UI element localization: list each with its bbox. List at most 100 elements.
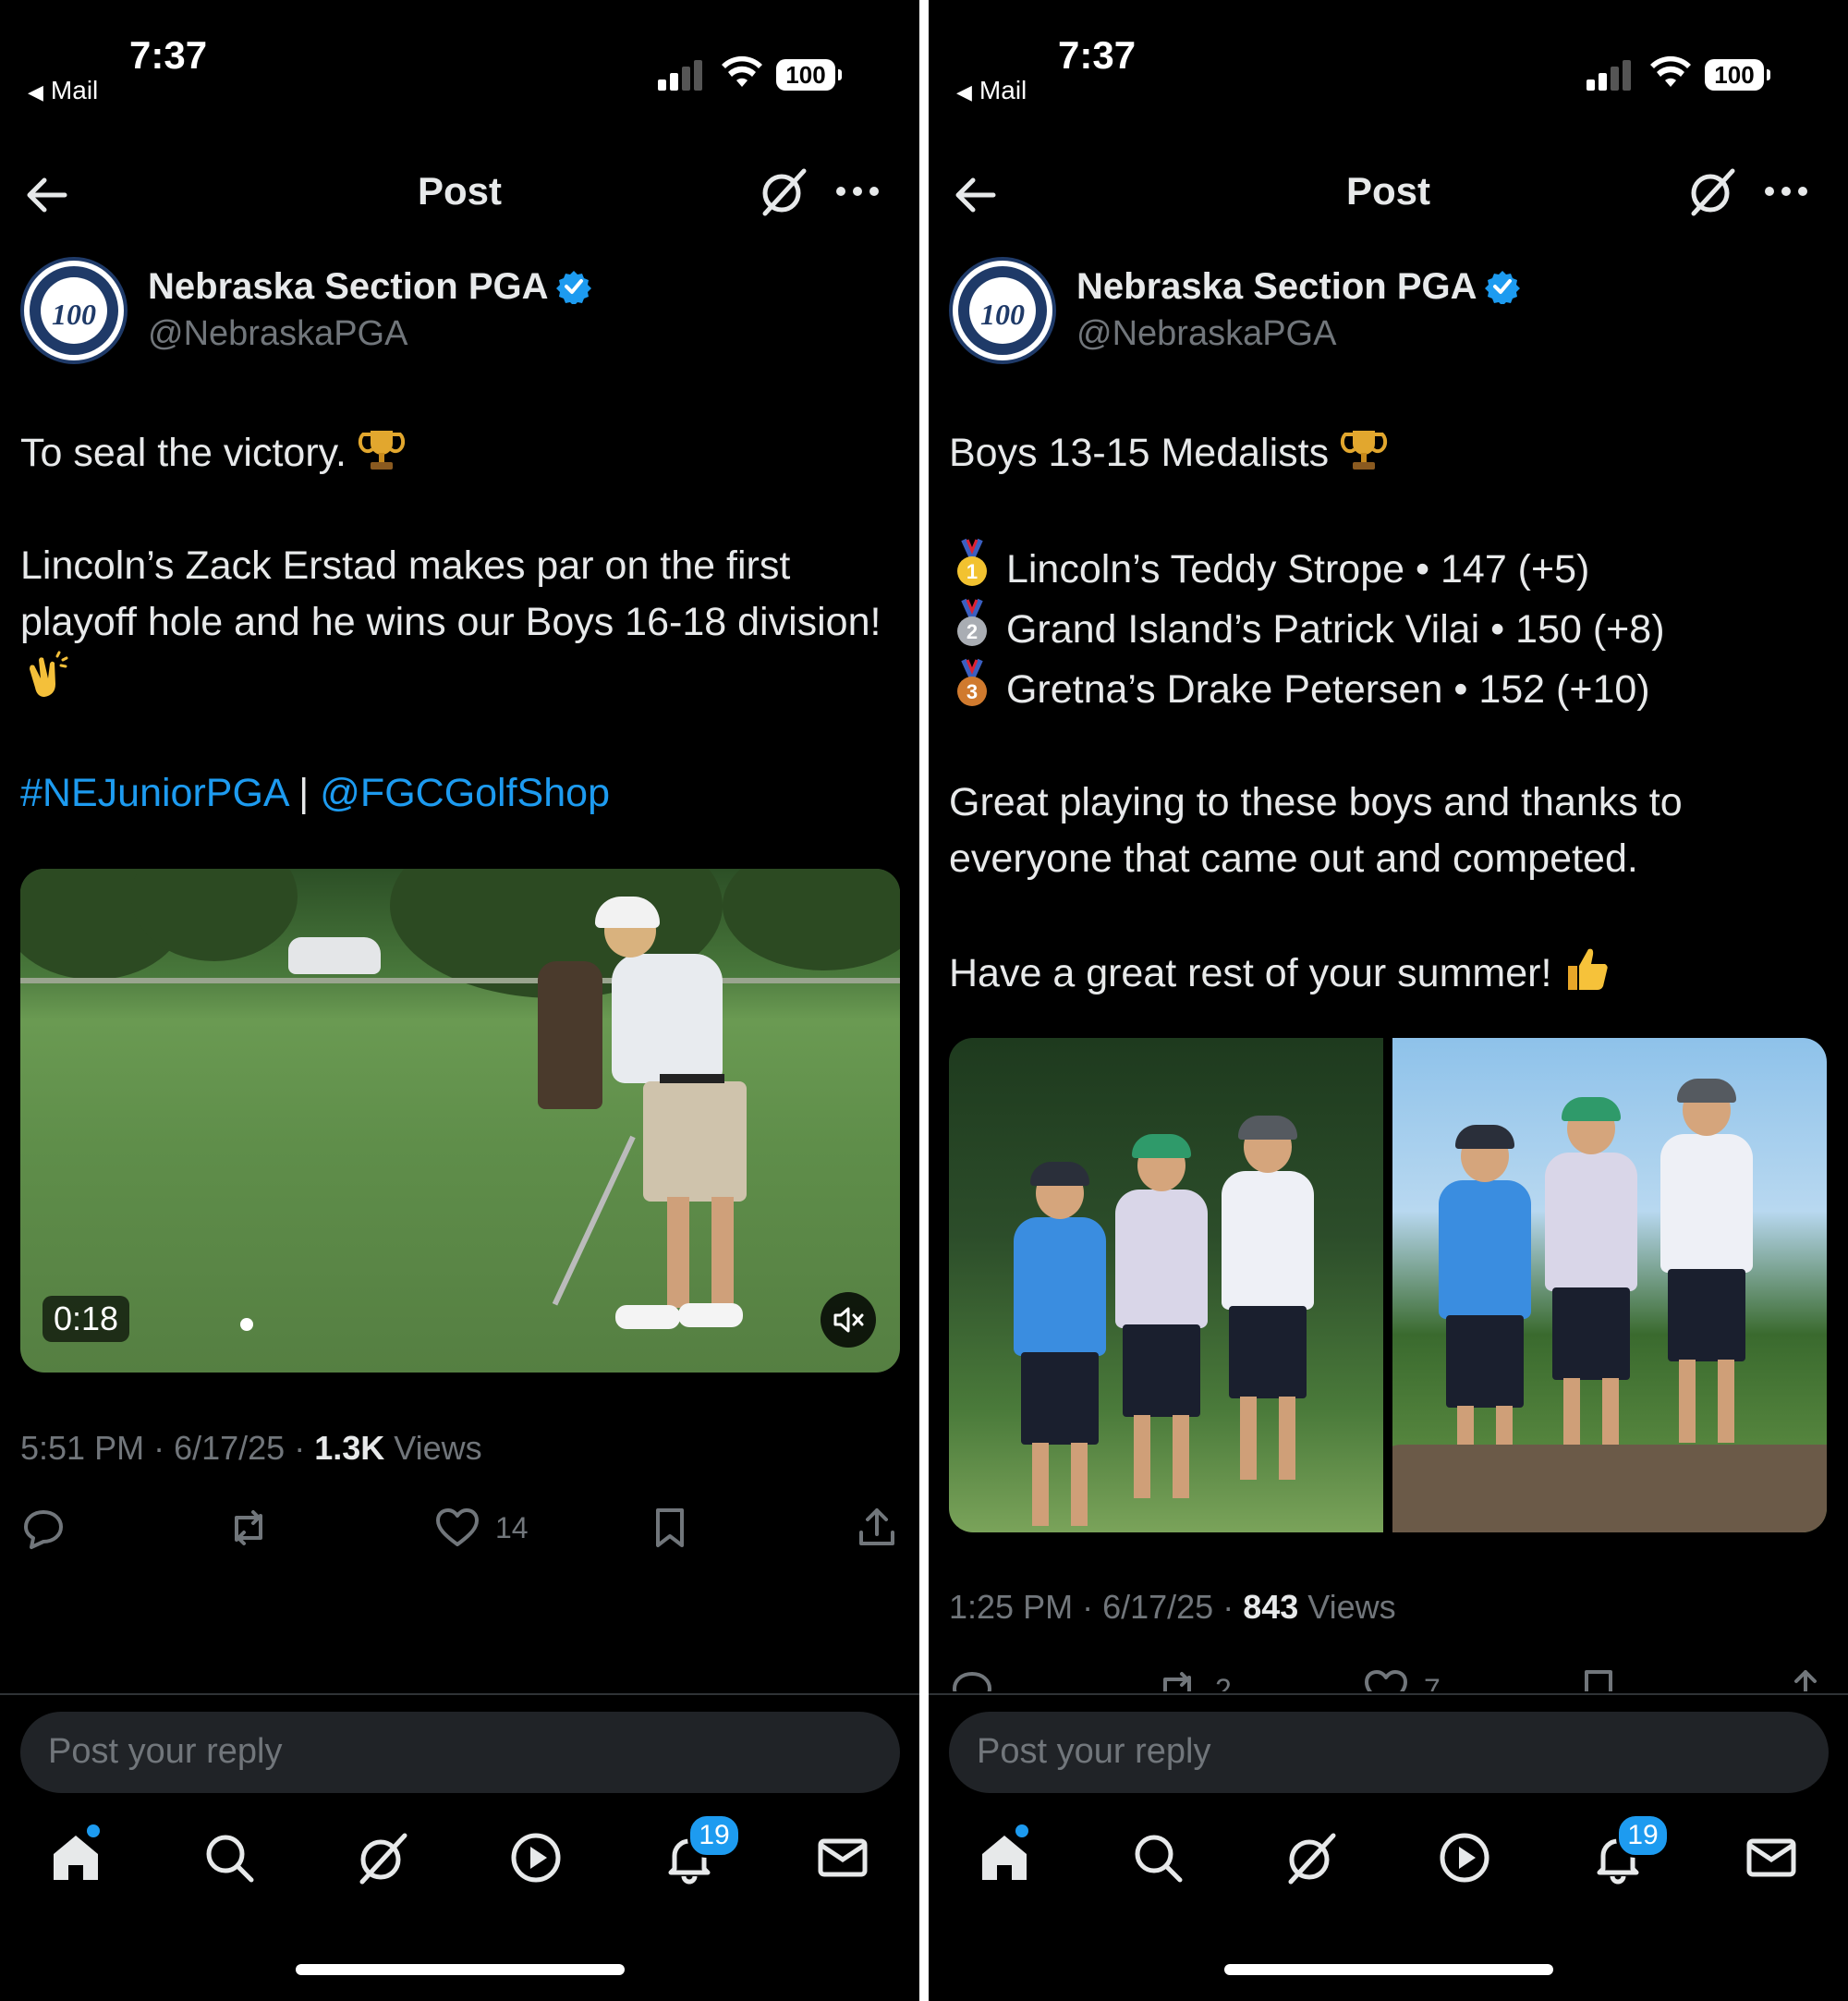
mention-link[interactable]: @FGCGolfShop: [320, 771, 610, 815]
right-screen: ◀ Mail 7:37 100 Post 100 Nebraska Section…: [929, 0, 1848, 2001]
tab-search[interactable]: [201, 1830, 257, 1885]
more-horizontal-icon[interactable]: [1760, 169, 1812, 214]
tab-notifications[interactable]: 19: [662, 1813, 741, 1885]
medal-number: 1: [967, 560, 978, 583]
share-icon: [1794, 1670, 1817, 1691]
trophy-icon: [1340, 431, 1388, 470]
post-actions: 2 7: [949, 1664, 1829, 1691]
post-video[interactable]: 0:18: [20, 869, 900, 1373]
verified-badge-icon: [1484, 271, 1520, 304]
share-button[interactable]: [854, 1502, 915, 1554]
tab-grok[interactable]: [355, 1830, 410, 1885]
grok-icon[interactable]: [1686, 165, 1738, 217]
like-button[interactable]: 14: [434, 1502, 529, 1554]
avatar-text: 100: [52, 298, 96, 331]
repost-count: 2: [1215, 1672, 1232, 1692]
home-indicator: [296, 1964, 625, 1975]
medal-number: 3: [967, 680, 978, 703]
repost-button[interactable]: [225, 1502, 286, 1554]
post-text: Boys 13-15 Medalists 1 Lincoln’s Teddy S…: [949, 425, 1836, 1002]
tab-search[interactable]: [1130, 1830, 1185, 1885]
home-unread-dot: [87, 1824, 100, 1837]
verified-badge-icon: [555, 271, 591, 304]
views-count: 1.3K: [314, 1429, 385, 1467]
author-handle[interactable]: @NebraskaPGA: [148, 314, 407, 354]
like-button[interactable]: 7: [1363, 1664, 1441, 1691]
author-name-row[interactable]: Nebraska Section PGA: [148, 266, 591, 308]
grok-icon: [359, 1833, 407, 1885]
post-meta: 5:51 PM · 6/17/25 · 1.3K Views: [20, 1429, 482, 1467]
post-photo-1[interactable]: [949, 1038, 1383, 1532]
tab-grok[interactable]: [1283, 1830, 1339, 1885]
wifi-icon: [722, 55, 762, 87]
back-to-mail[interactable]: ◀ Mail: [956, 76, 1027, 105]
repost-icon: [1163, 1672, 1191, 1691]
tab-messages[interactable]: [815, 1830, 870, 1885]
divider: [0, 1693, 919, 1695]
tab-notifications[interactable]: 19: [1590, 1813, 1670, 1885]
medalist-row: 1 Lincoln’s Teddy Strope • 147 (+5): [949, 538, 1836, 598]
tab-video[interactable]: [508, 1830, 564, 1885]
avatar[interactable]: 100: [949, 257, 1056, 364]
golf-ball: [240, 1318, 253, 1331]
trophy-icon: [358, 431, 405, 470]
reply-button[interactable]: [949, 1664, 995, 1691]
medalist-row: 3 Gretna’s Drake Petersen • 152 (+10): [949, 658, 1836, 718]
tab-home[interactable]: [48, 1824, 103, 1885]
bookmark-icon: [1585, 1670, 1612, 1691]
post-header: Post: [0, 153, 919, 236]
repost-button[interactable]: 2: [1154, 1664, 1232, 1691]
avatar[interactable]: 100: [20, 257, 128, 364]
post-meta: 1:25 PM · 6/17/25 · 843 Views: [949, 1588, 1396, 1626]
author-name-row[interactable]: Nebraska Section PGA: [1076, 266, 1520, 308]
home-icon: [982, 1836, 1027, 1880]
medal-number: 2: [967, 620, 978, 643]
post-paragraph-1: Great playing to these boys and thanks t…: [949, 780, 1683, 881]
tag-separator: |: [298, 771, 310, 815]
medalist-2: Grand Island’s Patrick Vilai • 150 (+8): [1005, 607, 1665, 652]
home-indicator: [1224, 1964, 1553, 1975]
tab-video[interactable]: [1437, 1830, 1492, 1885]
clock: 7:37: [1058, 33, 1137, 77]
back-to-mail[interactable]: ◀ Mail: [28, 76, 98, 105]
search-icon: [1135, 1835, 1183, 1883]
thumbs-up-icon: [1568, 948, 1609, 990]
mute-icon[interactable]: [821, 1292, 876, 1348]
post-time: 1:25 PM: [949, 1588, 1074, 1626]
reply-icon: [953, 1672, 991, 1691]
medalist-3: Gretna’s Drake Petersen • 152 (+10): [1005, 667, 1650, 712]
reply-placeholder: Post your reply: [977, 1732, 1211, 1771]
cellular-signal-icon: [1587, 57, 1633, 91]
more-horizontal-icon[interactable]: [832, 169, 883, 214]
views-label: Views: [394, 1429, 482, 1467]
clapping-hands-icon: [30, 651, 68, 697]
like-count: 7: [1424, 1672, 1441, 1692]
bookmark-icon: [656, 1508, 684, 1547]
status-bar: ◀ Mail 7:37 100: [0, 0, 919, 111]
views-count: 843: [1243, 1588, 1299, 1626]
reply-button[interactable]: [20, 1502, 81, 1554]
mail-icon: [818, 1838, 868, 1877]
tab-messages[interactable]: [1744, 1830, 1799, 1885]
share-button[interactable]: [1782, 1664, 1829, 1691]
post-time: 5:51 PM: [20, 1429, 145, 1467]
medalist-1: Lincoln’s Teddy Strope • 147 (+5): [1005, 547, 1590, 592]
grok-icon[interactable]: [758, 165, 809, 217]
reply-placeholder: Post your reply: [48, 1732, 283, 1771]
reply-input[interactable]: Post your reply: [949, 1712, 1829, 1793]
hashtag-link[interactable]: #NEJuniorPGA: [20, 771, 287, 815]
repost-icon: [235, 1510, 262, 1545]
post-line-2: Lincoln’s Zack Erstad makes par on the f…: [20, 543, 881, 644]
bookmark-button[interactable]: [1575, 1664, 1622, 1691]
post-photo-2[interactable]: [1392, 1038, 1827, 1532]
car: [288, 937, 381, 974]
tab-home[interactable]: [977, 1824, 1032, 1885]
avatar-text: 100: [980, 298, 1025, 331]
silver-medal-icon: 2: [957, 598, 987, 646]
notifications-badge: 19: [1616, 1813, 1670, 1858]
wifi-icon: [1650, 55, 1691, 87]
bookmark-button[interactable]: [647, 1502, 708, 1554]
author-handle[interactable]: @NebraskaPGA: [1076, 314, 1336, 354]
reply-input[interactable]: Post your reply: [20, 1712, 900, 1793]
play-circle-icon: [1440, 1833, 1489, 1883]
